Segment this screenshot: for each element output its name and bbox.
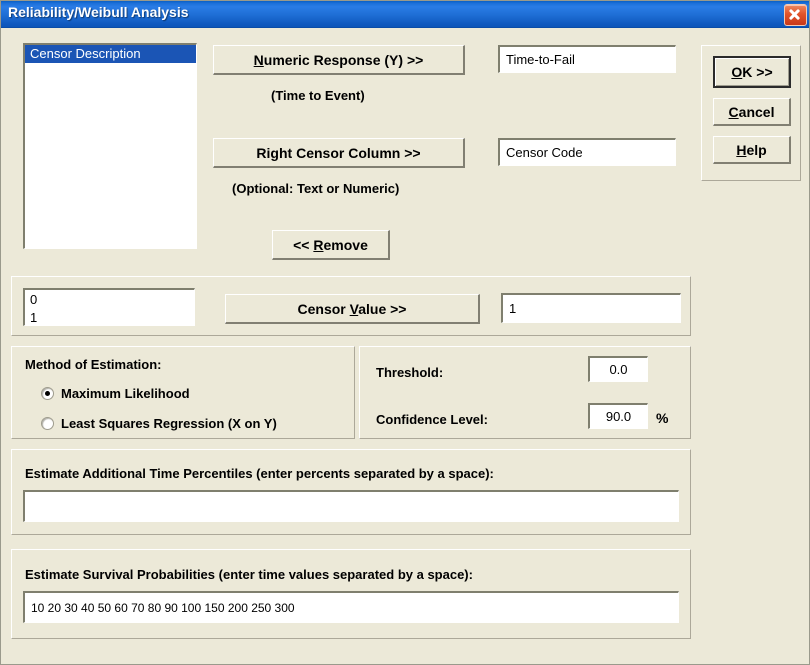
help-button-label: Help: [736, 142, 766, 158]
ok-button[interactable]: OK >>: [713, 56, 791, 88]
radio-maximum-likelihood-label: Maximum Likelihood: [61, 386, 190, 401]
ok-button-label: OK >>: [731, 64, 772, 80]
right-censor-column-value: Censor Code: [506, 145, 583, 160]
confidence-level-field[interactable]: 90.0: [588, 403, 648, 429]
cancel-button[interactable]: Cancel: [713, 98, 791, 126]
survival-label: Estimate Survival Probabilities (enter t…: [25, 567, 473, 582]
radio-maximum-likelihood[interactable]: Maximum Likelihood: [41, 386, 190, 401]
numeric-response-hint: (Time to Event): [271, 88, 365, 103]
confidence-level-value: 90.0: [606, 409, 631, 424]
right-censor-column-hint: (Optional: Text or Numeric): [232, 181, 399, 196]
remove-button[interactable]: << Remove: [272, 230, 390, 260]
variable-listbox[interactable]: Censor Description: [23, 43, 197, 249]
right-censor-column-button-label: Right Censor Column >>: [256, 145, 420, 161]
right-censor-column-field[interactable]: Censor Code: [498, 138, 676, 166]
confidence-level-label: Confidence Level:: [376, 412, 488, 427]
list-item[interactable]: 0: [25, 291, 194, 309]
close-icon[interactable]: [784, 4, 807, 26]
help-button[interactable]: Help: [713, 136, 791, 164]
method-of-estimation-title: Method of Estimation:: [25, 357, 162, 372]
confidence-level-unit: %: [656, 410, 668, 426]
censor-value-button-label: Censor Value >>: [298, 301, 407, 317]
threshold-field[interactable]: 0.0: [588, 356, 648, 382]
survival-input[interactable]: 10 20 30 40 50 60 70 80 90 100 150 200 2…: [23, 591, 679, 623]
censor-value-field[interactable]: 1: [501, 293, 681, 323]
radio-icon-unchecked: [41, 417, 54, 430]
radio-least-squares-regression[interactable]: Least Squares Regression (X on Y): [41, 416, 277, 431]
window-title: Reliability/Weibull Analysis: [8, 4, 189, 20]
numeric-response-value: Time-to-Fail: [506, 52, 575, 67]
threshold-value: 0.0: [609, 362, 627, 377]
percentiles-input[interactable]: [23, 490, 679, 522]
title-bar: Reliability/Weibull Analysis: [1, 1, 810, 28]
reliability-weibull-analysis-dialog: Reliability/Weibull Analysis Censor Desc…: [0, 0, 810, 665]
survival-value: 10 20 30 40 50 60 70 80 90 100 150 200 2…: [31, 601, 295, 615]
percentiles-label: Estimate Additional Time Percentiles (en…: [25, 466, 494, 481]
radio-least-squares-regression-label: Least Squares Regression (X on Y): [61, 416, 277, 431]
radio-icon-checked: [41, 387, 54, 400]
censor-value-listbox[interactable]: 0 1: [23, 288, 195, 326]
threshold-label: Threshold:: [376, 365, 443, 380]
censor-value-button[interactable]: Censor Value >>: [225, 294, 480, 324]
numeric-response-field[interactable]: Time-to-Fail: [498, 45, 676, 73]
cancel-button-label: Cancel: [729, 104, 775, 120]
right-censor-column-button[interactable]: Right Censor Column >>: [213, 138, 465, 168]
list-item[interactable]: Censor Description: [25, 45, 196, 63]
remove-button-label: << Remove: [293, 237, 368, 253]
list-item[interactable]: 1: [25, 309, 194, 326]
censor-value-value: 1: [509, 301, 516, 316]
numeric-response-button-label: Numeric Response (Y) >>: [254, 52, 424, 68]
numeric-response-button[interactable]: Numeric Response (Y) >>: [213, 45, 465, 75]
